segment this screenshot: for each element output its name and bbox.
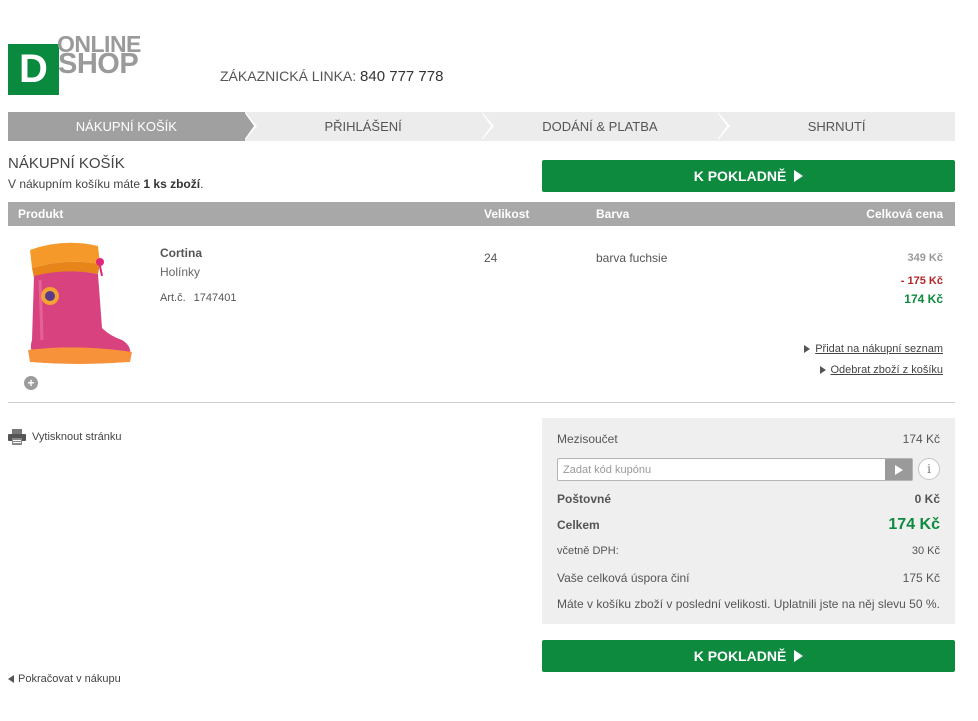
coupon-submit-button[interactable] bbox=[885, 459, 912, 480]
order-summary: Mezisoučet 174 Kč i Poštovné 0 Kč Celkem… bbox=[542, 418, 955, 624]
column-header-product: Produkt bbox=[18, 207, 64, 221]
coupon-input[interactable] bbox=[558, 459, 886, 480]
product-name[interactable]: Cortina bbox=[160, 246, 202, 260]
step-summary: SHRNUTÍ bbox=[718, 112, 955, 141]
page-title: NÁKUPNÍ KOŠÍK bbox=[8, 155, 125, 172]
customer-hotline: ZÁKAZNICKÁ LINKA: 840 777 778 bbox=[220, 68, 443, 85]
arrow-right-icon bbox=[819, 366, 826, 374]
shipping-label: Poštovné bbox=[557, 492, 612, 506]
arrow-left-icon bbox=[8, 675, 14, 683]
coupon-field bbox=[557, 458, 913, 481]
column-header-total: Celková cena bbox=[866, 207, 943, 221]
add-to-wishlist-label: Přidat na nákupní seznam bbox=[815, 343, 943, 355]
savings-row: Vaše celková úspora činí 175 Kč bbox=[557, 571, 940, 585]
product-size: 24 bbox=[484, 251, 498, 265]
remove-item-link[interactable]: Odebrat zboží z košíku bbox=[819, 364, 944, 376]
total-label: Celkem bbox=[557, 518, 600, 532]
hotline-number: 840 777 778 bbox=[360, 68, 444, 85]
cart-info-prefix: V nákupním košíku máte bbox=[8, 177, 144, 191]
step-cart: NÁKUPNÍ KOŠÍK bbox=[8, 112, 257, 141]
column-header-size: Velikost bbox=[484, 207, 530, 221]
print-page-label: Vytisknout stránku bbox=[32, 431, 122, 443]
step-label: PŘIHLÁŠENÍ bbox=[324, 119, 402, 134]
cart-info-count: 1 ks zboží bbox=[143, 177, 201, 191]
step-delivery-payment: DODÁNÍ & PLATBA bbox=[482, 112, 731, 141]
remove-item-label: Odebrat zboží z košíku bbox=[830, 364, 944, 376]
logo-letter: D bbox=[19, 47, 48, 91]
cart-info-suffix: . bbox=[200, 177, 204, 191]
zoom-plus-icon[interactable]: + bbox=[24, 376, 38, 390]
logo-shop-text: SHOP bbox=[58, 48, 139, 80]
product-color: barva fuchsie bbox=[596, 251, 668, 265]
last-size-note: Máte v košíku zboží v poslední velikosti… bbox=[557, 597, 940, 611]
arrow-right-icon bbox=[804, 345, 811, 353]
step-label: SHRNUTÍ bbox=[807, 119, 866, 134]
printer-icon bbox=[8, 429, 26, 445]
product-image[interactable] bbox=[18, 240, 136, 370]
vat-label: včetně DPH: bbox=[557, 545, 619, 557]
play-arrow-icon bbox=[894, 464, 903, 475]
checkout-steps: NÁKUPNÍ KOŠÍK PŘIHLÁŠENÍ DODÁNÍ & PLATBA… bbox=[8, 112, 955, 141]
subtotal-label: Mezisoučet bbox=[557, 432, 618, 446]
print-page-link[interactable]: Vytisknout stránku bbox=[8, 429, 121, 445]
subtotal-value: 174 Kč bbox=[902, 432, 940, 446]
shipping-value: 0 Kč bbox=[914, 492, 940, 506]
continue-shopping-link[interactable]: Pokračovat v nákupu bbox=[8, 673, 121, 685]
article-value: 1747401 bbox=[193, 292, 237, 304]
hotline-label: ZÁKAZNICKÁ LINKA: bbox=[220, 68, 357, 84]
checkout-button-bottom[interactable]: K POKLADNĚ bbox=[542, 640, 955, 672]
shipping-row: Poštovné 0 Kč bbox=[557, 492, 940, 506]
savings-label: Vaše celková úspora činí bbox=[557, 571, 690, 585]
checkout-button-top[interactable]: K POKLADNĚ bbox=[542, 160, 955, 192]
add-to-wishlist-link[interactable]: Přidat na nákupní seznam bbox=[804, 343, 943, 355]
cart-item-count: V nákupním košíku máte 1 ks zboží. bbox=[8, 177, 203, 191]
total-row: Celkem 174 Kč bbox=[557, 516, 940, 534]
checkout-button-label: K POKLADNĚ bbox=[693, 168, 787, 184]
vat-value: 30 Kč bbox=[911, 545, 940, 557]
product-article-number: Art.č. 1747401 bbox=[160, 292, 237, 304]
product-type: Holínky bbox=[160, 265, 201, 279]
logo[interactable]: D bbox=[8, 44, 59, 95]
play-arrow-icon bbox=[794, 650, 804, 662]
price-original: 349 Kč bbox=[907, 252, 943, 264]
play-arrow-icon bbox=[794, 170, 804, 182]
column-header-color: Barva bbox=[596, 207, 630, 221]
divider bbox=[8, 402, 955, 403]
checkout-button-label: K POKLADNĚ bbox=[693, 648, 787, 664]
cart-table-header: Produkt Velikost Barva Celková cena bbox=[8, 202, 955, 226]
price-final: 174 Kč bbox=[904, 292, 943, 306]
info-icon[interactable]: i bbox=[918, 458, 940, 480]
total-value: 174 Kč bbox=[888, 516, 940, 533]
savings-value: 175 Kč bbox=[902, 571, 940, 585]
vat-row: včetně DPH: 30 Kč bbox=[557, 545, 940, 557]
step-label: NÁKUPNÍ KOŠÍK bbox=[75, 119, 177, 134]
continue-shopping-label: Pokračovat v nákupu bbox=[18, 673, 121, 685]
subtotal-row: Mezisoučet 174 Kč bbox=[557, 432, 940, 446]
article-label: Art.č. bbox=[160, 292, 186, 304]
step-login: PŘIHLÁŠENÍ bbox=[245, 112, 494, 141]
step-label: DODÁNÍ & PLATBA bbox=[542, 119, 658, 134]
price-discount: - 175 Kč bbox=[900, 275, 943, 287]
